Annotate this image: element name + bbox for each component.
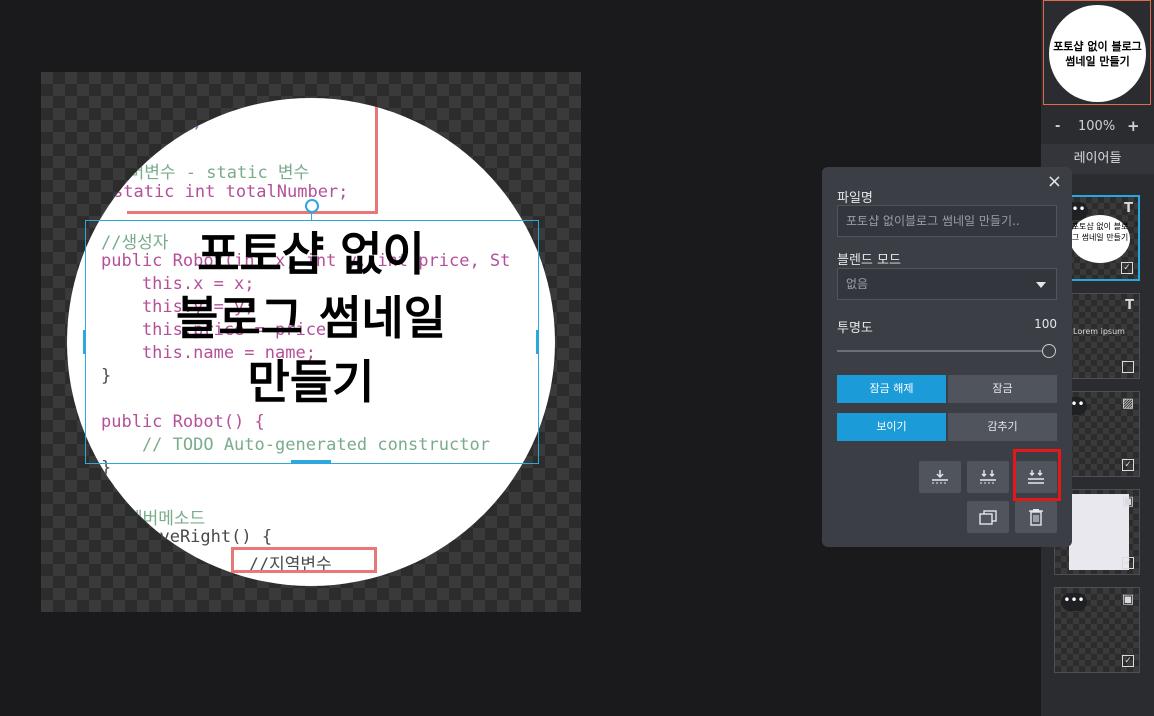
red-annotation-line [127, 211, 378, 214]
filename-input[interactable]: 포토샵 없이블로그 썸네일 만들기.. [837, 205, 1057, 237]
text-layer-icon: T [1124, 201, 1133, 216]
filename-label: 파일명 [837, 191, 873, 206]
resize-handle-bottom[interactable] [291, 460, 331, 463]
zoom-out-button[interactable]: - [1055, 119, 1060, 134]
opacity-slider-handle[interactable] [1042, 344, 1056, 358]
shape-layer-icon: ▨ [1121, 396, 1134, 411]
visibility-checkbox[interactable]: ✓ [1122, 655, 1134, 667]
lock-toggle: 잠금 해제 잠금 [837, 375, 1057, 403]
code-line: 멤버메소드 [127, 509, 206, 529]
title-line: 블로그 썸네일 [176, 291, 446, 345]
merge-down-button[interactable] [919, 461, 961, 493]
delete-layer-button[interactable] [1015, 501, 1057, 533]
thumbnail-title-text[interactable]: 포토샵 없이 블로그 썸네일 만들기 [85, 222, 537, 414]
zoom-controls: - 100% + [1041, 110, 1154, 144]
thumbnail-preview: 포토샵 없이 블로그 썸네일 만들기 [1049, 5, 1146, 102]
merge-visible-button[interactable] [967, 461, 1009, 493]
visibility-checkbox[interactable]: ✓ [1121, 262, 1133, 274]
title-line: 포토샵 없이 [197, 227, 425, 281]
merge-visible-icon [980, 470, 996, 484]
merge-down-icon [932, 470, 948, 484]
opacity-slider-track[interactable] [837, 350, 1042, 352]
show-button[interactable]: 보이기 [837, 413, 946, 441]
layer-preview-image [1069, 494, 1129, 570]
lock-button[interactable]: 잠금 [948, 375, 1057, 403]
unlock-button[interactable]: 잠금 해제 [837, 375, 946, 403]
duplicate-layer-button[interactable] [967, 501, 1009, 533]
red-annotation-line [375, 98, 378, 212]
layer-item-background[interactable]: ••• ▣ ✓ [1054, 587, 1140, 673]
blend-mode-label: 블렌드 모드 [837, 253, 901, 268]
chevron-down-icon [1036, 282, 1046, 288]
document-thumbnail[interactable]: 포토샵 없이 블로그 썸네일 만들기 [1043, 0, 1151, 105]
code-line: 멤버변수 - static 변수 [113, 163, 310, 183]
trash-icon [1029, 509, 1043, 526]
highlight-annotation-box [1013, 449, 1061, 501]
hide-button[interactable]: 감추기 [948, 413, 1057, 441]
image-layer-icon: ▣ [1121, 494, 1134, 509]
blend-mode-value: 없음 [846, 277, 869, 291]
opacity-value: 100 [1034, 317, 1057, 331]
layer-preview: Lorem ipsum [1073, 327, 1125, 336]
rotate-handle[interactable] [305, 199, 319, 213]
duplicate-icon [979, 510, 997, 525]
code-line: name; [151, 112, 203, 132]
image-canvas[interactable]: name; 멤버변수 - static 변수 static int totalN… [41, 72, 581, 612]
image-layer-icon: ▣ [1121, 592, 1134, 607]
zoom-level: 100% [1078, 119, 1116, 134]
visibility-checkbox[interactable]: ✓ [1122, 557, 1134, 569]
visibility-checkbox[interactable]: ✓ [1122, 459, 1134, 471]
opacity-label: 투명도 [837, 321, 873, 336]
red-annotation-box [231, 547, 377, 573]
code-line: moveRight() { [139, 527, 273, 547]
zoom-in-button[interactable]: + [1127, 117, 1140, 135]
text-layer-icon: T [1125, 298, 1134, 313]
close-icon[interactable]: × [1047, 171, 1062, 192]
layer-menu-button[interactable]: ••• [1061, 593, 1087, 611]
title-line: 만들기 [247, 355, 375, 409]
visibility-toggle: 보이기 감추기 [837, 413, 1057, 441]
blend-mode-select[interactable]: 없음 [837, 268, 1057, 300]
visibility-checkbox[interactable] [1122, 361, 1134, 373]
layer-preview: 포토샵 없이 블로그 썸네일 만들기 [1070, 215, 1130, 263]
